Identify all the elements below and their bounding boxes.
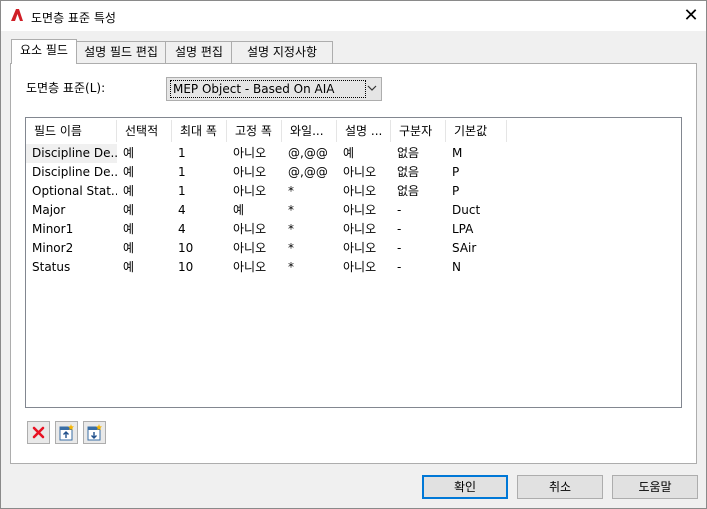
layer-standard-label: 도면층 표준(L): [26, 81, 106, 95]
cell-default: SAir [452, 241, 477, 255]
cell-field-name: Minor2 [32, 241, 74, 255]
cell-fixed-width: 아니오 [233, 241, 267, 255]
cell-separator: - [397, 241, 402, 255]
tab-label: 요소 필드 [20, 43, 68, 57]
column-header-optional[interactable]: 선택적 [117, 120, 172, 142]
dialog-title: 도면층 표준 특성 [31, 11, 116, 25]
cell-separator: - [397, 260, 402, 274]
cell-wildcard: * [288, 222, 294, 236]
cell-max-width: 1 [178, 165, 186, 179]
cell-default: N [452, 260, 461, 274]
cell-fixed-width: 아니오 [233, 146, 267, 160]
table-row[interactable]: Minor2 예 10 아니오 * 아니오 - SAir [26, 239, 681, 258]
column-header-separator[interactable]: 구분자 [391, 120, 446, 142]
cell-description: 아니오 [343, 260, 377, 274]
cell-max-width: 1 [178, 146, 186, 160]
cell-optional: 예 [123, 241, 135, 255]
cell-wildcard: @,@@ [288, 146, 328, 160]
cell-separator: - [397, 203, 402, 217]
insert-below-icon [87, 424, 102, 441]
cell-optional: 예 [123, 222, 135, 236]
table-row[interactable]: Discipline De... 예 1 아니오 @,@@ 예 없음 M [26, 144, 681, 163]
cell-default: P [452, 165, 460, 179]
autocad-app-icon [11, 9, 23, 21]
column-header-field-name[interactable]: 필드 이름 [26, 120, 117, 142]
tab-edit-description-fields[interactable]: 설명 필드 편집 [75, 41, 167, 63]
cell-max-width: 10 [178, 260, 194, 274]
column-header-wildcard[interactable]: 와일... [282, 120, 337, 142]
cell-field-name: Discipline De... [26, 144, 117, 163]
cell-max-width: 10 [178, 241, 194, 255]
delete-button[interactable] [27, 421, 50, 444]
cell-max-width: 1 [178, 184, 186, 198]
cell-description: 아니오 [343, 184, 377, 198]
table-row[interactable]: Major 예 4 예 * 아니오 - Duct [26, 201, 681, 220]
chevron-down-icon [367, 85, 377, 91]
cell-default: Duct [452, 203, 481, 217]
column-header-description[interactable]: 설명 ... [337, 120, 391, 142]
field-grid[interactable]: 필드 이름 선택적 최대 폭 고정 폭 와일... 설명 ... 구분자 기본값… [25, 117, 682, 408]
column-header-fixed-width[interactable]: 고정 폭 [227, 120, 282, 142]
cell-max-width: 4 [178, 222, 186, 236]
tab-label: 설명 필드 편집 [84, 45, 158, 59]
cell-default: M [452, 146, 463, 160]
cell-description: 아니오 [343, 203, 377, 217]
cell-optional: 예 [123, 184, 135, 198]
cell-fixed-width: 아니오 [233, 165, 267, 179]
column-header-max-width[interactable]: 최대 폭 [172, 120, 227, 142]
title-bar: 도면층 표준 특성 ✕ [1, 1, 706, 31]
delete-icon [32, 426, 45, 439]
table-row[interactable]: Status 예 10 아니오 * 아니오 - N [26, 258, 681, 277]
table-row[interactable]: Optional Stat... 예 1 아니오 * 아니오 없음 P [26, 182, 681, 201]
cell-fixed-width: 예 [233, 203, 245, 217]
table-row[interactable]: Minor1 예 4 아니오 * 아니오 - LPA [26, 220, 681, 239]
cell-optional: 예 [123, 203, 135, 217]
insert-above-button[interactable] [55, 421, 78, 444]
cell-fixed-width: 아니오 [233, 260, 267, 274]
cell-description: 아니오 [343, 241, 377, 255]
cell-fixed-width: 아니오 [233, 184, 267, 198]
cell-default: P [452, 184, 460, 198]
tab-element-fields[interactable]: 요소 필드 [11, 39, 77, 64]
cell-separator: 없음 [397, 184, 420, 198]
cell-wildcard: * [288, 260, 294, 274]
cell-wildcard: * [288, 203, 294, 217]
tab-edit-description[interactable]: 설명 편집 [165, 41, 233, 63]
cell-default: LPA [452, 222, 474, 236]
help-button[interactable]: 도움말 [612, 475, 698, 499]
cell-field-name: Optional Stat... [32, 184, 117, 198]
cell-field-name: Discipline De... [32, 165, 117, 179]
tab-label: 설명 편집 [175, 45, 223, 59]
cell-description: 아니오 [343, 165, 377, 179]
cell-separator: 없음 [397, 165, 420, 179]
cell-wildcard: @,@@ [288, 165, 328, 179]
cell-separator: - [397, 222, 402, 236]
layer-standard-selected: MEP Object - Based On AIA [170, 80, 366, 98]
cell-field-name: Major [32, 203, 66, 217]
table-row[interactable]: Discipline De... 예 1 아니오 @,@@ 아니오 없음 P [26, 163, 681, 182]
cancel-button[interactable]: 취소 [517, 475, 603, 499]
cell-field-name: Status [32, 260, 71, 274]
layer-standard-properties-dialog: 도면층 표준 특성 ✕ 요소 필드 설명 필드 편집 설명 편집 설명 지정사항… [0, 0, 707, 509]
cell-optional: 예 [123, 260, 135, 274]
cell-optional: 예 [123, 146, 135, 160]
layer-standard-dropdown[interactable]: MEP Object - Based On AIA [166, 77, 382, 101]
cell-field-name: Minor1 [32, 222, 74, 236]
close-icon[interactable]: ✕ [677, 4, 705, 28]
cell-fixed-width: 아니오 [233, 222, 267, 236]
cell-wildcard: * [288, 241, 294, 255]
column-header-default[interactable]: 기본값 [446, 120, 507, 142]
insert-below-button[interactable] [83, 421, 106, 444]
tab-description-specification[interactable]: 설명 지정사항 [231, 41, 333, 63]
cell-description: 예 [343, 146, 355, 160]
insert-above-icon [59, 424, 74, 441]
cell-description: 아니오 [343, 222, 377, 236]
cell-wildcard: * [288, 184, 294, 198]
cell-optional: 예 [123, 165, 135, 179]
cell-separator: 없음 [397, 146, 420, 160]
ok-button[interactable]: 확인 [422, 475, 508, 499]
cell-max-width: 4 [178, 203, 186, 217]
tab-label: 설명 지정사항 [246, 45, 318, 59]
